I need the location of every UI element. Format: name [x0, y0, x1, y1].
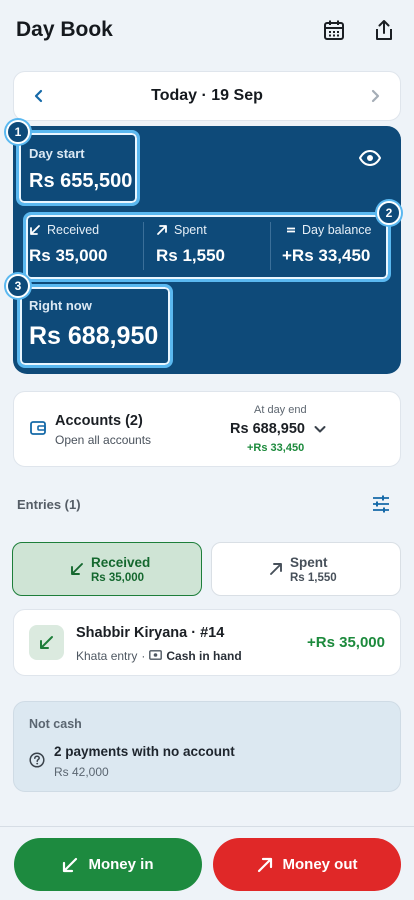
tab-received-amount: Rs 35,000: [91, 571, 145, 584]
accounts-title: Accounts (2): [55, 413, 143, 429]
tab-received-label: Received: [91, 554, 151, 570]
share-icon[interactable]: [370, 16, 398, 44]
day-end-delta: +Rs 33,450: [247, 442, 305, 454]
day-balance-stat: Day balance: [286, 223, 372, 237]
entry-amount: +Rs 35,000: [307, 634, 385, 651]
date-navigator: Today · 19 Sep: [13, 71, 401, 121]
wallet-icon: [30, 421, 46, 440]
arrow-down-left-icon: [63, 857, 78, 872]
spent-stat: Spent: [156, 223, 207, 237]
entry-title: Shabbir Kiryana · #14: [76, 625, 225, 641]
received-label: Received: [47, 223, 100, 237]
step-badge-2: 2: [377, 201, 401, 225]
chevron-left-icon[interactable]: [28, 85, 50, 107]
not-cash-title: Not cash: [29, 717, 82, 731]
money-out-button[interactable]: Money out: [213, 838, 401, 891]
calendar-icon[interactable]: [320, 16, 348, 44]
received-value: Rs 35,000: [29, 246, 108, 265]
eye-icon[interactable]: [358, 149, 382, 171]
tab-spent[interactable]: Spent Rs 1,550: [211, 542, 401, 596]
not-cash-line: 2 payments with no account: [54, 744, 235, 759]
not-cash-amount: Rs 42,000: [54, 765, 109, 779]
app-header: Day Book: [0, 0, 414, 60]
arrow-up-right-icon: [269, 562, 283, 581]
current-date-label: Today · 19 Sep: [151, 87, 263, 104]
day-start-value: Rs 655,500: [29, 170, 133, 192]
chevron-right-icon[interactable]: [364, 85, 386, 107]
tab-received[interactable]: Received Rs 35,000: [12, 542, 202, 596]
arrow-down-left-icon: [70, 562, 84, 581]
right-now-label: Right now: [29, 298, 92, 313]
arrow-up-right-icon: [157, 225, 167, 235]
day-end-label: At day end: [254, 404, 307, 416]
accounts-card[interactable]: Accounts (2) Open all accounts At day en…: [13, 391, 401, 467]
entry-account: Cash in hand: [166, 649, 242, 663]
entries-count-label: Entries (1): [17, 497, 81, 512]
equals-icon: [287, 227, 295, 233]
spent-label: Spent: [174, 223, 207, 237]
entry-type: Khata entry: [76, 649, 138, 663]
day-balance-label: Day balance: [302, 223, 372, 237]
stat-divider: [143, 222, 144, 270]
day-balance-value: +Rs 33,450: [282, 246, 371, 265]
right-now-value: Rs 688,950: [29, 322, 159, 350]
filter-sliders-icon[interactable]: [371, 495, 391, 518]
arrow-down-left-icon: [29, 625, 64, 660]
step-badge-3: 3: [6, 274, 30, 298]
question-circle-icon: [29, 752, 45, 773]
tab-spent-amount: Rs 1,550: [290, 571, 337, 584]
money-out-label: Money out: [282, 856, 358, 873]
day-end-value: Rs 688,950: [230, 421, 305, 437]
page-title: Day Book: [16, 18, 113, 41]
spent-value: Rs 1,550: [156, 246, 225, 265]
day-summary-card: 1 2 3 Day start Rs 655,500 Received Rs 3…: [6, 120, 401, 374]
step-badge-1: 1: [6, 120, 30, 144]
separator-dot: ·: [141, 649, 146, 663]
arrow-up-right-icon: [257, 857, 272, 872]
chevron-down-icon[interactable]: [313, 422, 327, 441]
entry-subtitle: Khata entry · Cash in hand: [76, 649, 242, 663]
tab-spent-label: Spent: [290, 554, 328, 570]
accounts-subtitle: Open all accounts: [55, 433, 152, 447]
list-item[interactable]: Shabbir Kiryana · #14 Khata entry · Cash…: [13, 609, 401, 676]
arrow-down-left-icon: [30, 225, 40, 235]
money-in-button[interactable]: Money in: [14, 838, 202, 891]
stat-divider: [270, 222, 271, 270]
cash-icon: [149, 649, 163, 663]
money-in-label: Money in: [88, 856, 154, 873]
bottom-divider: [0, 826, 414, 827]
day-start-highlight: [16, 130, 140, 206]
day-start-label: Day start: [29, 146, 85, 161]
not-cash-card[interactable]: Not cash 2 payments with no account Rs 4…: [13, 701, 401, 792]
received-stat: Received: [29, 223, 99, 237]
